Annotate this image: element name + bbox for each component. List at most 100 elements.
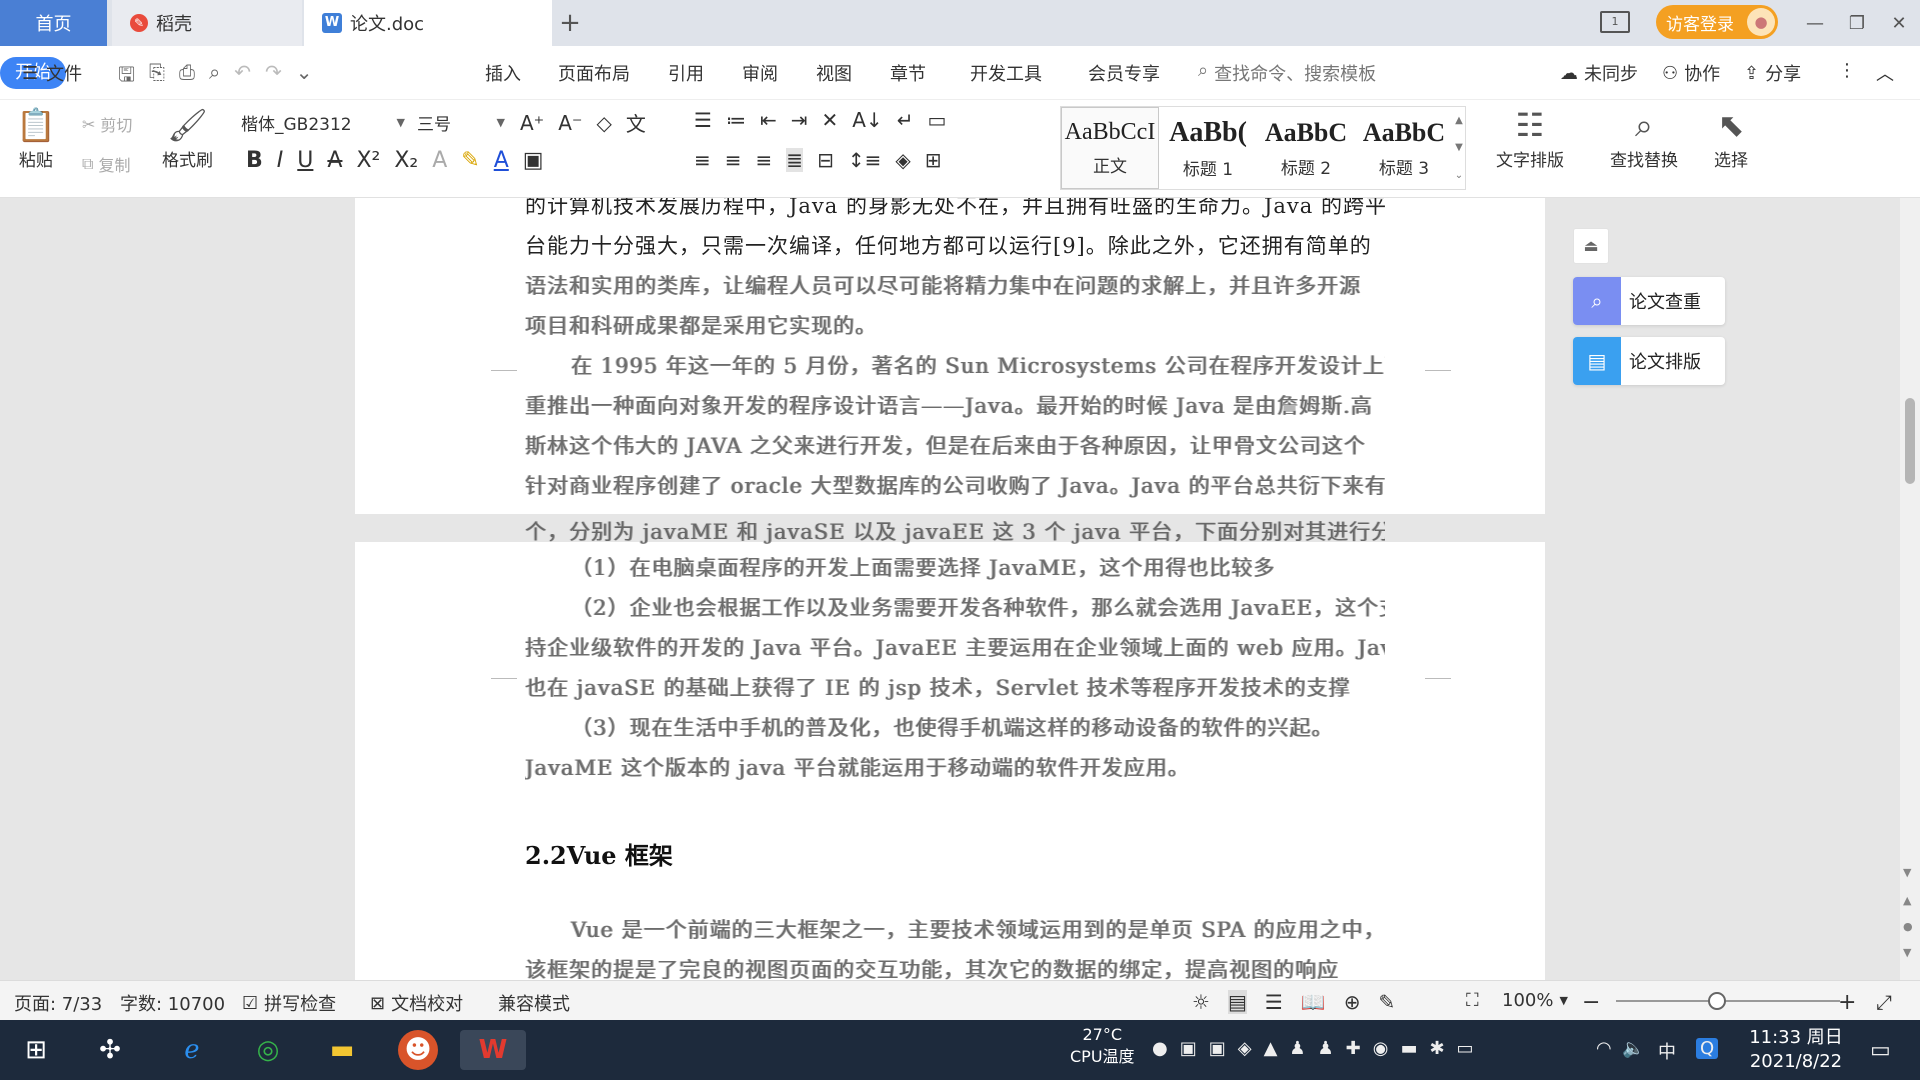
restore-icon[interactable]: ❐ xyxy=(1836,13,1878,34)
word-count[interactable]: 字数: 10700 xyxy=(120,990,225,1016)
close-icon[interactable]: ✕ xyxy=(1878,13,1920,34)
menu-insert[interactable]: 插入 xyxy=(485,60,521,86)
shrink-font-icon[interactable]: A⁻ xyxy=(558,111,582,135)
wps-taskbar-icon[interactable]: W xyxy=(460,1030,526,1070)
panel-toggle-icon[interactable]: 1 xyxy=(1600,11,1630,33)
next-page-icon[interactable]: ▼ xyxy=(1903,946,1911,959)
menu-file[interactable]: ☰ 文件 xyxy=(22,60,82,86)
system-tray-icons[interactable]: ●▣▣◈▲♟♟✚◉▬✱▭ xyxy=(1152,1038,1486,1059)
share-button[interactable]: ⇪ 分享 xyxy=(1744,60,1801,86)
windows-start-icon[interactable]: ⊞ xyxy=(16,1030,56,1070)
char-border-icon[interactable]: ▣ xyxy=(523,148,544,173)
menu-page-layout[interactable]: 页面布局 xyxy=(558,60,630,86)
style-heading-1[interactable]: AaBb( 标题 1 xyxy=(1159,107,1257,189)
format-painter-button[interactable]: 🖌 格式刷 xyxy=(162,104,213,171)
scroll-down-icon[interactable]: ▼ xyxy=(1903,866,1911,879)
find-replace-button[interactable]: ⌕ 查找替换 xyxy=(1610,104,1678,171)
write-view-icon[interactable]: ✎ xyxy=(1378,990,1395,1014)
zoom-in-icon[interactable]: + xyxy=(1838,990,1856,1015)
file-explorer-icon[interactable]: ▬ xyxy=(322,1030,362,1070)
taskbar-clock[interactable]: 11:33 周日 2021/8/22 xyxy=(1748,1026,1844,1074)
qq-icon[interactable]: Q xyxy=(1696,1038,1719,1059)
ie-browser-icon[interactable]: ℯ xyxy=(172,1030,212,1070)
show-marks-icon[interactable]: ↵ xyxy=(897,108,914,132)
highlight-icon[interactable]: ✎ xyxy=(461,148,479,173)
cpu-temperature-widget[interactable]: 27°C CPU温度 xyxy=(1070,1024,1135,1068)
tab-home[interactable]: 首页 xyxy=(0,0,107,46)
read-view-icon[interactable]: 📖 xyxy=(1301,990,1326,1014)
wifi-icon[interactable]: ◠ xyxy=(1596,1038,1612,1059)
doc-proof-button[interactable]: ⊠ 文档校对 xyxy=(370,990,463,1016)
collapse-ribbon-icon[interactable]: ︿ xyxy=(1876,60,1894,86)
prev-page-icon[interactable]: ▲ xyxy=(1903,894,1911,907)
increase-indent-icon[interactable]: ⇥ xyxy=(791,108,808,132)
strikethrough-icon[interactable]: A xyxy=(327,148,342,173)
outline-view-icon[interactable]: ☰ xyxy=(1265,990,1283,1014)
menu-member[interactable]: 会员专享 xyxy=(1088,60,1160,86)
align-center-icon[interactable]: ≡ xyxy=(725,148,742,172)
more-menu-icon[interactable]: ⋮ xyxy=(1838,60,1856,81)
page-view-icon[interactable]: ▤ xyxy=(1227,990,1247,1014)
gallery-down-icon[interactable]: ▼ xyxy=(1453,142,1465,153)
gallery-expand-icon[interactable]: ⌄ xyxy=(1453,170,1465,181)
align-left-icon[interactable]: ≡ xyxy=(694,148,711,172)
browser-360-icon[interactable]: ◎ xyxy=(248,1030,288,1070)
zoom-out-icon[interactable]: − xyxy=(1582,990,1600,1015)
minimize-icon[interactable]: — xyxy=(1794,13,1836,34)
distribute-icon[interactable]: ⊟ xyxy=(817,148,834,172)
font-color-icon[interactable]: A xyxy=(494,148,509,173)
ruler-icon[interactable]: ▭ xyxy=(927,108,946,132)
bold-icon[interactable]: B xyxy=(246,148,263,173)
new-tab-button[interactable]: + xyxy=(555,8,585,38)
gallery-up-icon[interactable]: ▲ xyxy=(1453,115,1465,126)
menu-review[interactable]: 审阅 xyxy=(742,60,778,86)
borders-icon[interactable]: ⊞ xyxy=(925,148,942,172)
grow-font-icon[interactable]: A⁺ xyxy=(520,111,544,135)
print-preview-icon[interactable]: ⌕ xyxy=(209,60,220,94)
clear-format-icon[interactable]: ◇ xyxy=(597,111,612,135)
customize-dropdown-icon[interactable]: ⌄ xyxy=(296,60,313,94)
subscript-icon[interactable]: X₂ xyxy=(394,148,418,173)
phonetic-icon[interactable]: 文 xyxy=(626,108,646,137)
collaborate-button[interactable]: ⚇ 协作 xyxy=(1662,60,1720,86)
page-indicator[interactable]: 页面: 7/33 xyxy=(14,990,102,1016)
zoom-slider-knob[interactable] xyxy=(1708,992,1726,1010)
underline-icon[interactable]: U xyxy=(297,148,313,173)
text-effect-icon[interactable]: A xyxy=(432,148,447,173)
copy-button[interactable]: ⧉ 复制 xyxy=(82,152,130,176)
tab-document[interactable]: W 论文.doc xyxy=(304,0,552,46)
zoom-slider[interactable] xyxy=(1616,1000,1840,1002)
command-search[interactable]: ⌕ 查找命令、搜索模板 xyxy=(1198,60,1376,86)
document-page[interactable]: 个，分别为 javaME 和 javaSE 以及 javaEE 这 3 个 ja… xyxy=(355,520,1545,980)
font-size-select[interactable]: 三号 ▼ xyxy=(412,108,510,136)
align-right-icon[interactable]: ≡ xyxy=(756,148,773,172)
bullet-list-icon[interactable]: ☰ xyxy=(694,108,712,132)
document-page[interactable]: 的计算机技术发展历程中，Java 的身影无处不在，并且拥有旺盛的生命力。Java… xyxy=(355,198,1545,514)
redo-icon[interactable]: ↷ xyxy=(265,60,282,94)
paste-button[interactable]: 📋 粘贴 xyxy=(16,104,56,171)
volume-icon[interactable]: 🔈 xyxy=(1622,1038,1644,1059)
paper-check-button[interactable]: ⌕ 论文查重 xyxy=(1573,277,1725,325)
eye-protect-icon[interactable]: ☼ xyxy=(1192,990,1210,1014)
notification-icon[interactable]: ▭ xyxy=(1870,1038,1891,1063)
cut-button[interactable]: ✂ 剪切 xyxy=(82,112,132,136)
undo-icon[interactable]: ↶ xyxy=(234,60,251,94)
save-icon[interactable]: 🖫 xyxy=(118,60,135,94)
font-name-select[interactable]: 楷体_GB2312 ▼ xyxy=(236,108,410,136)
select-browse-icon[interactable]: ● xyxy=(1903,920,1913,933)
superscript-icon[interactable]: X² xyxy=(356,148,380,173)
justify-icon[interactable]: ≣ xyxy=(786,148,804,172)
zoom-level-select[interactable]: 100% ▼ xyxy=(1502,990,1568,1011)
style-normal[interactable]: AaBbCcI 正文 xyxy=(1061,107,1159,189)
style-heading-3[interactable]: AaBbC 标题 3 xyxy=(1355,107,1453,189)
sync-status-button[interactable]: ☁ 未同步 xyxy=(1560,60,1638,86)
italic-icon[interactable]: I xyxy=(277,148,284,173)
spell-check-button[interactable]: ☑ 拼写检查 xyxy=(242,990,336,1016)
fullscreen-icon[interactable]: ⤢ xyxy=(1876,990,1892,1014)
numbered-list-icon[interactable]: ≔ xyxy=(726,108,746,132)
menu-view[interactable]: 视图 xyxy=(816,60,852,86)
fit-page-icon[interactable]: ⛶ xyxy=(1466,990,1479,1011)
style-heading-2[interactable]: AaBbC 标题 2 xyxy=(1257,107,1355,189)
select-button[interactable]: ⬉ 选择 xyxy=(1714,104,1748,171)
print-icon[interactable]: ⎙ xyxy=(179,60,195,94)
